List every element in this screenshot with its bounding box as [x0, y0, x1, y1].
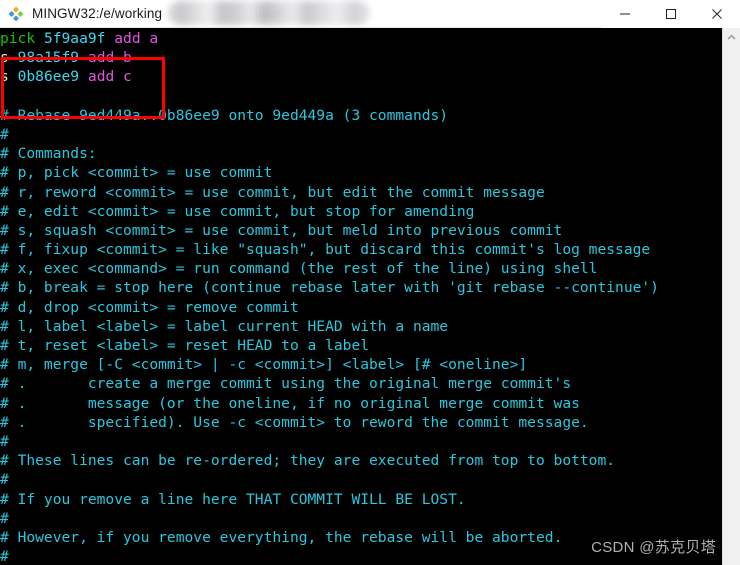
- rebase-action-keyword: s: [0, 68, 9, 86]
- rebase-todo-editor: pick 5f9aa9f add as 98a15f9 add bs 0b86e…: [0, 29, 722, 565]
- rebase-comment-line: # These lines can be re-ordered; they ar…: [0, 452, 616, 470]
- rebase-comment-line: # x, exec <command> = run command (the r…: [0, 260, 598, 278]
- rebase-comment-line: # . create a merge commit using the orig…: [0, 375, 572, 393]
- rebase-comment-line: # . message (or the oneline, if no origi…: [0, 394, 580, 412]
- title-redaction-blur: [168, 0, 370, 25]
- commit-hash: 5f9aa9f: [43, 30, 106, 47]
- mingw32-terminal-window: MINGW32:/e/working ution pick 5f9aa9f ad…: [0, 0, 740, 565]
- window-title: MINGW32:/e/working ution: [32, 0, 602, 28]
- rebase-action-keyword: s: [0, 49, 9, 67]
- rebase-comment-line: # If you remove a line here THAT COMMIT …: [0, 490, 466, 508]
- rebase-comment-line: # b, break = stop here (continue rebase …: [0, 279, 659, 297]
- commit-hash: 0b86ee9: [17, 68, 80, 86]
- commit-hash: 98a15f9: [17, 49, 80, 67]
- git-bash-icon: [8, 6, 24, 22]
- vertical-scrollbar[interactable]: [722, 28, 740, 565]
- rebase-comment-line: # e, edit <commit> = use commit, but sto…: [0, 202, 475, 220]
- chevron-up-icon[interactable]: [723, 28, 740, 46]
- rebase-comment-line: # Rebase 9ed449a..0b86ee9 onto 9ed449a (…: [0, 106, 449, 124]
- title-bar[interactable]: MINGW32:/e/working ution: [0, 0, 740, 28]
- rebase-comment-line: # d, drop <commit> = remove commit: [0, 298, 299, 316]
- rebase-comment-line: # l, label <label> = label current HEAD …: [0, 317, 449, 335]
- rebase-comment-line: #: [0, 125, 9, 143]
- commit-subject: add a: [114, 30, 159, 47]
- rebase-todo-line[interactable]: s 0b86ee9 add c: [0, 67, 722, 86]
- rebase-comment-line: #: [0, 471, 9, 489]
- rebase-comment-line: # m, merge [-C <commit> | -c <commit>] <…: [0, 356, 528, 374]
- rebase-action-keyword: pick: [0, 30, 36, 47]
- rebase-comment-line: # Commands:: [0, 145, 97, 163]
- commit-subject: add c: [87, 68, 132, 86]
- maximize-button[interactable]: [648, 0, 694, 28]
- rebase-comment-line: #: [0, 432, 9, 450]
- csdn-watermark: CSDN @苏克贝塔: [591, 539, 716, 556]
- rebase-comment-line: # . specified). Use -c <commit> to rewor…: [0, 413, 589, 431]
- rebase-comment-line: #: [0, 509, 9, 527]
- rebase-todo-line[interactable]: s 98a15f9 add b: [0, 48, 722, 67]
- terminal-content[interactable]: pick 5f9aa9f add as 98a15f9 add bs 0b86e…: [0, 28, 722, 565]
- rebase-comment-line: # r, reword <commit> = use commit, but e…: [0, 183, 545, 201]
- rebase-comment-line: # p, pick <commit> = use commit: [0, 164, 273, 182]
- rebase-comment-line: # f, fixup <commit> = like "squash", but…: [0, 241, 651, 259]
- rebase-comment-line: # t, reset <label> = reset HEAD to a lab…: [0, 337, 370, 354]
- minimize-button[interactable]: [602, 0, 648, 28]
- close-button[interactable]: [694, 0, 740, 28]
- commit-subject: add b: [87, 49, 132, 67]
- rebase-comment-line: # s, squash <commit> = use commit, but m…: [0, 221, 563, 239]
- rebase-todo-line[interactable]: pick 5f9aa9f add a: [0, 29, 722, 48]
